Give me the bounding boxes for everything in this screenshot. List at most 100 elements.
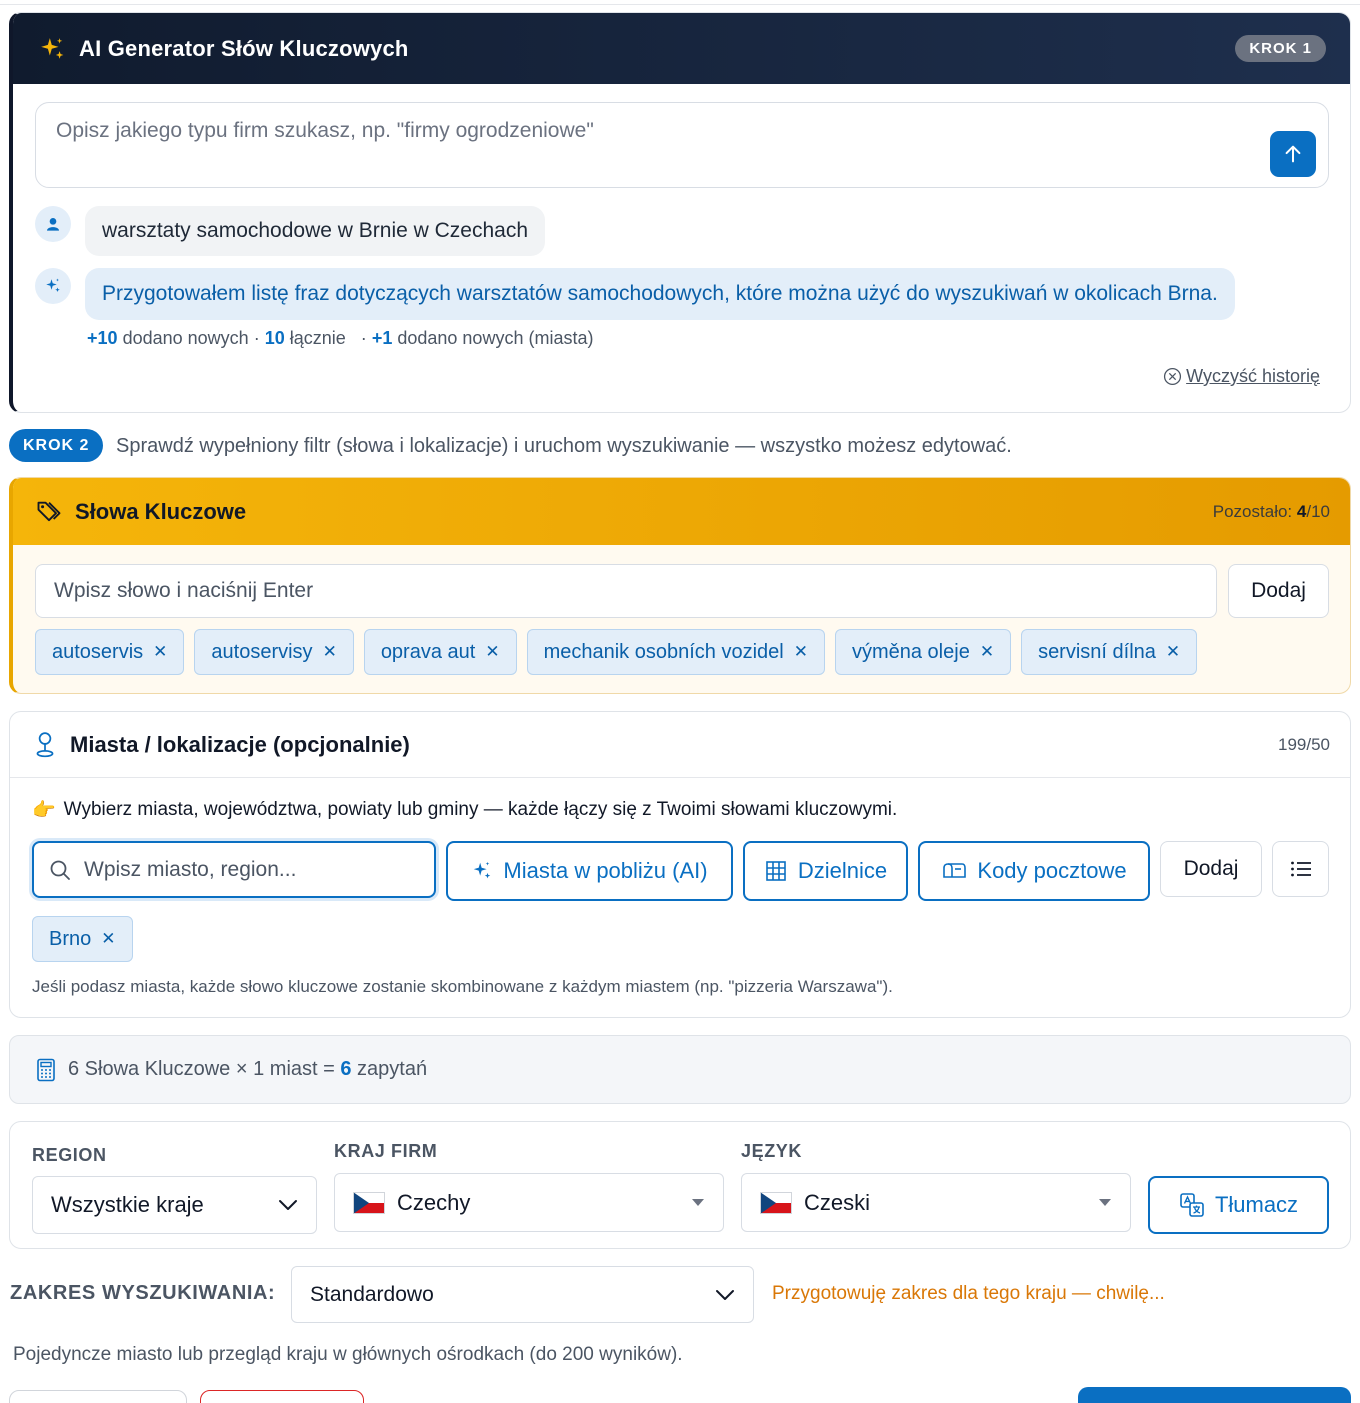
stats-separator: · bbox=[253, 328, 260, 348]
keyword-chip-label: servisní dílna bbox=[1038, 640, 1156, 663]
remove-keyword-icon[interactable]: ✕ bbox=[1166, 642, 1180, 662]
keyword-chip: výměna oleje ✕ bbox=[834, 629, 1012, 675]
keyword-chip: mechanik osobních vozidel ✕ bbox=[526, 629, 825, 675]
nearby-cities-ai-button[interactable]: Miasta w pobliżu (AI) bbox=[446, 841, 733, 901]
top-divider bbox=[0, 4, 1360, 5]
remaining-value: 4 bbox=[1296, 501, 1307, 521]
keyword-input[interactable] bbox=[35, 564, 1217, 618]
cities-hint: 👉 Wybierz miasta, województwa, powiaty l… bbox=[32, 798, 897, 822]
step-2-badge: KROK 2 bbox=[9, 429, 104, 462]
user-avatar bbox=[35, 206, 71, 242]
nearby-cities-ai-label: Miasta w pobliżu (AI) bbox=[503, 858, 708, 883]
cities-card: Miasta / lokalizacje (opcjonalnie) 199/5… bbox=[9, 711, 1351, 1018]
keyword-chip: oprava aut ✕ bbox=[363, 629, 517, 675]
total-count: 10 bbox=[264, 328, 285, 348]
query-summary: 6 Słowa Kluczowe × 1 miast = 6 zapytań bbox=[9, 1035, 1351, 1104]
chevron-down-icon bbox=[279, 1200, 297, 1210]
ai-avatar bbox=[35, 268, 71, 304]
districts-button[interactable]: Dzielnice bbox=[743, 841, 908, 901]
remove-keyword-icon[interactable]: ✕ bbox=[485, 642, 499, 662]
reset-button[interactable] bbox=[200, 1390, 364, 1403]
keyword-chip-label: oprava aut bbox=[380, 640, 476, 663]
remove-keyword-icon[interactable]: ✕ bbox=[153, 642, 167, 662]
cities-title: Miasta / lokalizacje (opcjonalnie) bbox=[70, 731, 410, 757]
clear-history-link[interactable]: Wyczyść historię bbox=[1163, 366, 1320, 387]
clear-history-label: Wyczyść historię bbox=[1186, 366, 1320, 386]
city-chip: Brno ✕ bbox=[32, 916, 133, 962]
remaining-label: Pozostało: bbox=[1212, 501, 1293, 521]
keywords-card: Słowa Kluczowe Pozostało: 4/10 Dodaj aut… bbox=[9, 477, 1351, 694]
country-label: KRAJ FIRM bbox=[334, 1141, 438, 1161]
language-value: Czeski bbox=[804, 1189, 871, 1215]
region-select[interactable]: Wszystkie kraje bbox=[32, 1176, 317, 1234]
calculator-icon bbox=[37, 1058, 55, 1081]
caret-down-icon bbox=[692, 1199, 704, 1206]
user-icon bbox=[47, 218, 59, 231]
add-keyword-button[interactable]: Dodaj bbox=[1228, 564, 1329, 618]
keyword-chip-label: autoservis bbox=[52, 640, 144, 663]
language-label: JĘZYK bbox=[741, 1141, 803, 1161]
keyword-chip: autoservis ✕ bbox=[35, 629, 185, 675]
postal-codes-button[interactable]: Kody pocztowe bbox=[918, 841, 1150, 901]
language-select[interactable]: Czeski bbox=[741, 1173, 1131, 1232]
user-message: warsztaty samochodowe w Brnie w Czechach bbox=[85, 206, 546, 256]
remove-keyword-icon[interactable]: ✕ bbox=[980, 642, 994, 662]
arrow-up-icon bbox=[1285, 145, 1301, 163]
pointing-hand-icon: 👉 bbox=[32, 800, 56, 821]
search-icon bbox=[50, 860, 70, 880]
country-select[interactable]: Czechy bbox=[334, 1173, 724, 1232]
summary-right: zapytań bbox=[357, 1058, 428, 1080]
cities-added-count: +1 bbox=[371, 328, 393, 348]
translate-icon bbox=[1180, 1193, 1204, 1217]
scope-label: ZAKRES WYSZUKIWANIA: bbox=[10, 1282, 276, 1304]
keyword-chip: autoservisy ✕ bbox=[194, 629, 354, 675]
total-label: łącznie bbox=[289, 328, 346, 348]
city-search-input[interactable] bbox=[84, 857, 404, 882]
cities-note: Jeśli podasz miasta, każde słowo kluczow… bbox=[32, 977, 893, 996]
add-city-button[interactable]: Dodaj bbox=[1160, 841, 1262, 897]
remove-keyword-icon[interactable]: ✕ bbox=[323, 642, 337, 662]
close-circle-icon bbox=[1164, 367, 1182, 386]
keyword-chip-label: autoservisy bbox=[211, 640, 313, 663]
keyword-chip-label: výměna oleje bbox=[851, 640, 970, 663]
ai-generator-header: AI Generator Słów Kluczowych KROK 1 bbox=[13, 13, 1350, 84]
step-1-badge: KROK 1 bbox=[1235, 35, 1326, 62]
remaining-max: /10 bbox=[1306, 501, 1330, 521]
remove-keyword-icon[interactable]: ✕ bbox=[794, 642, 808, 662]
scope-description: Pojedyncze miasto lub przegląd kraju w g… bbox=[13, 1344, 683, 1365]
region-card: REGION Wszystkie kraje KRAJ FIRM Czechy … bbox=[9, 1121, 1351, 1249]
keywords-remaining: Pozostało: 4/10 bbox=[1213, 502, 1330, 522]
postal-codes-label: Kody pocztowe bbox=[977, 858, 1127, 883]
city-list-button[interactable] bbox=[1272, 841, 1329, 897]
secondary-button[interactable] bbox=[9, 1390, 187, 1403]
grid-icon bbox=[766, 861, 786, 881]
translate-label: Tłumacz bbox=[1214, 1192, 1299, 1217]
keywords-header: Słowa Kluczowe Pozostało: 4/10 bbox=[13, 478, 1350, 545]
prompt-box bbox=[35, 102, 1329, 188]
keyword-chip-label: mechanik osobních vozidel bbox=[543, 640, 784, 663]
translate-button[interactable]: Tłumacz bbox=[1148, 1176, 1329, 1234]
czech-flag-icon bbox=[760, 1191, 792, 1214]
districts-label: Dzielnice bbox=[797, 858, 888, 883]
region-value: Wszystkie kraje bbox=[51, 1192, 204, 1217]
chevron-down-icon bbox=[716, 1289, 734, 1300]
search-button[interactable] bbox=[1078, 1387, 1351, 1403]
sparkles-icon bbox=[474, 861, 491, 879]
tags-icon bbox=[37, 501, 61, 521]
prompt-input[interactable] bbox=[56, 119, 1256, 143]
send-button[interactable] bbox=[1270, 131, 1316, 177]
region-label: REGION bbox=[32, 1145, 107, 1165]
caret-down-icon bbox=[1099, 1199, 1111, 1206]
keyword-chips: autoservis ✕ autoservisy ✕ oprava aut ✕ mechan… bbox=[35, 629, 1198, 675]
country-value: Czechy bbox=[397, 1189, 471, 1215]
scope-select[interactable]: Standardowo bbox=[291, 1266, 754, 1323]
step-2-instructions: Sprawdź wypełniony filtr (słowa i lokali… bbox=[116, 435, 1012, 457]
sparkles-icon bbox=[41, 37, 64, 59]
list-icon bbox=[1290, 861, 1311, 877]
summary-text: 6 Słowa Kluczowe × 1 miast = 6 zapytań bbox=[68, 1058, 427, 1081]
city-search-field[interactable] bbox=[32, 841, 436, 898]
cities-header: Miasta / lokalizacje (opcjonalnie) 199/5… bbox=[10, 712, 1350, 778]
city-chip-label: Brno bbox=[49, 927, 92, 950]
scope-status: Przygotowuję zakres dla tego kraju — chw… bbox=[772, 1283, 1165, 1304]
remove-city-icon[interactable]: ✕ bbox=[101, 929, 115, 949]
